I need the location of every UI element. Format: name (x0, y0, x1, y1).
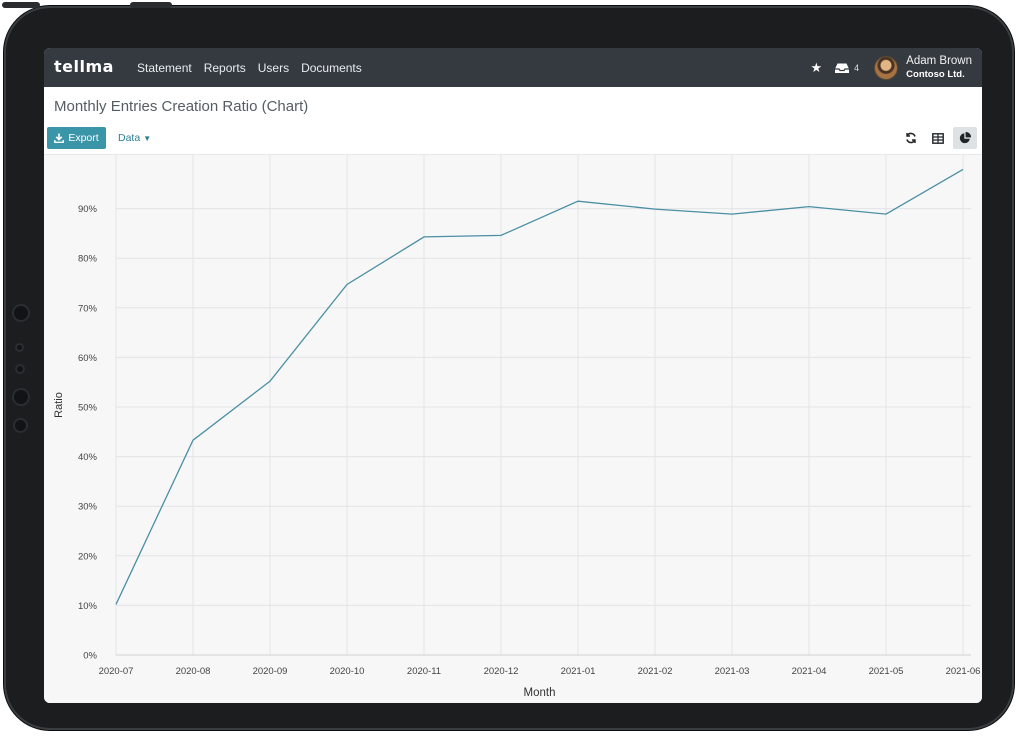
data-label: Data (118, 132, 141, 144)
x-axis-title: Month (524, 687, 556, 699)
refresh-button[interactable] (899, 127, 923, 149)
x-tick-label: 2020-12 (484, 666, 519, 677)
brand-logo[interactable]: tellma (54, 57, 114, 76)
user-name: Adam Brown (906, 54, 972, 67)
tablet-frame: tellma Statement Reports Users Documents… (2, 2, 1014, 730)
camera-dot-2 (14, 390, 28, 404)
export-label: Export (68, 132, 99, 144)
table-view-button[interactable] (926, 127, 950, 149)
top-button (2, 2, 40, 8)
pie-chart-icon (959, 132, 971, 144)
chart-area: 0% 10% 20% 30% 40% 50% 60% 70% 80% 90% 2020-07 2020… (44, 155, 982, 703)
y-tick-label: 80% (78, 254, 98, 265)
x-tick-label: 2020-09 (253, 666, 288, 677)
nav-link-users[interactable]: Users (258, 61, 289, 75)
caret-down-icon: ▼ (143, 134, 152, 143)
y-tick-label: 10% (78, 601, 98, 612)
x-tick-label: 2020-11 (407, 666, 441, 677)
nav-link-documents[interactable]: Documents (301, 61, 362, 75)
nav-link-statement[interactable]: Statement (137, 61, 192, 75)
data-dropdown[interactable]: Data ▼ (118, 132, 151, 144)
y-tick-label: 50% (78, 403, 98, 414)
sensor-dot (17, 345, 22, 350)
page-title: Monthly Entries Creation Ratio (Chart) (54, 98, 309, 115)
nav-links: Statement Reports Users Documents (137, 61, 362, 75)
axis-layer: 0% 10% 20% 30% 40% 50% 60% 70% 80% 90% 2020-07 2020… (78, 204, 980, 677)
camera-dot-3 (15, 420, 26, 431)
y-tick-label: 70% (78, 303, 98, 314)
user-menu[interactable]: Adam Brown Contoso Ltd. (906, 55, 972, 81)
y-axis-title: Ratio (53, 392, 65, 418)
sensor-dot-2 (17, 366, 23, 372)
avatar[interactable] (875, 56, 898, 79)
y-tick-label: 0% (83, 651, 97, 662)
nav-link-reports[interactable]: Reports (204, 61, 246, 75)
camera-dot (14, 306, 28, 320)
grid-layer (115, 155, 971, 656)
x-tick-label: 2021-03 (715, 666, 750, 677)
y-tick-label: 20% (78, 551, 98, 562)
nav-right: ★ 4 Adam Brown Contoso Ltd. (810, 48, 972, 87)
view-toolbar (899, 127, 977, 149)
y-tick-label: 60% (78, 353, 98, 364)
x-tick-label: 2021-02 (638, 666, 673, 677)
top-navbar: tellma Statement Reports Users Documents… (44, 48, 982, 87)
x-tick-label: 2021-06 (946, 666, 981, 677)
download-icon (54, 133, 65, 143)
x-tick-label: 2020-10 (330, 666, 365, 677)
app-screen: tellma Statement Reports Users Documents… (44, 48, 982, 703)
inbox-icon (835, 63, 850, 73)
y-tick-label: 90% (78, 204, 98, 215)
series-line (115, 168, 964, 605)
star-icon[interactable]: ★ (810, 60, 822, 76)
inbox-button[interactable]: 4 (834, 62, 859, 74)
line-chart: 0% 10% 20% 30% 40% 50% 60% 70% 80% 90% 2020-07 2020… (53, 155, 980, 699)
export-button[interactable]: Export (47, 127, 106, 149)
inbox-count: 4 (854, 62, 860, 73)
company-name: Contoso Ltd. (906, 68, 965, 80)
y-tick-label: 40% (78, 452, 98, 463)
refresh-icon (906, 132, 916, 144)
x-tick-label: 2021-05 (869, 666, 904, 677)
x-tick-label: 2021-01 (561, 666, 596, 677)
x-tick-label: 2020-07 (99, 666, 134, 677)
top-button-2 (130, 2, 172, 8)
x-tick-label: 2020-08 (176, 666, 211, 677)
chart-view-button[interactable] (953, 127, 977, 149)
table-icon (932, 132, 944, 144)
y-tick-label: 30% (78, 502, 98, 513)
x-tick-label: 2021-04 (792, 666, 827, 677)
